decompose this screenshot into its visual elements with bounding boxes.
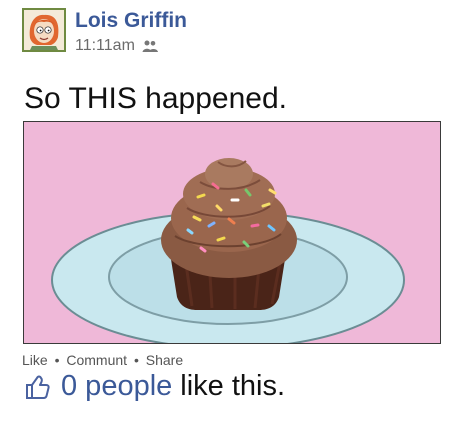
post-card: Lois Griffin 11:11am So THIS happened. L… [0,0,464,431]
thumbs-up-icon[interactable] [22,372,52,402]
likes-summary: 0 people like this. [22,370,285,403]
friends-icon[interactable] [141,39,159,53]
cupcake-illustration-icon [24,122,440,343]
post-photo[interactable] [23,121,441,344]
likes-suffix: like this. [180,370,286,402]
author-name-link[interactable]: Lois Griffin [75,9,187,33]
like-link[interactable]: Like [22,352,48,368]
avatar-portrait-icon [24,10,64,50]
post-meta: 11:11am [75,37,159,55]
post-actions: Like • Communt • Share [22,352,183,368]
share-link[interactable]: Share [146,352,183,368]
post-status-text: So THIS happened. [24,82,287,115]
action-separator: • [133,352,139,368]
author-avatar[interactable] [22,8,66,52]
action-separator: • [54,352,60,368]
post-timestamp[interactable]: 11:11am [75,37,135,55]
comment-link[interactable]: Communt [66,352,127,368]
likes-count-link[interactable]: 0 people [61,370,172,403]
